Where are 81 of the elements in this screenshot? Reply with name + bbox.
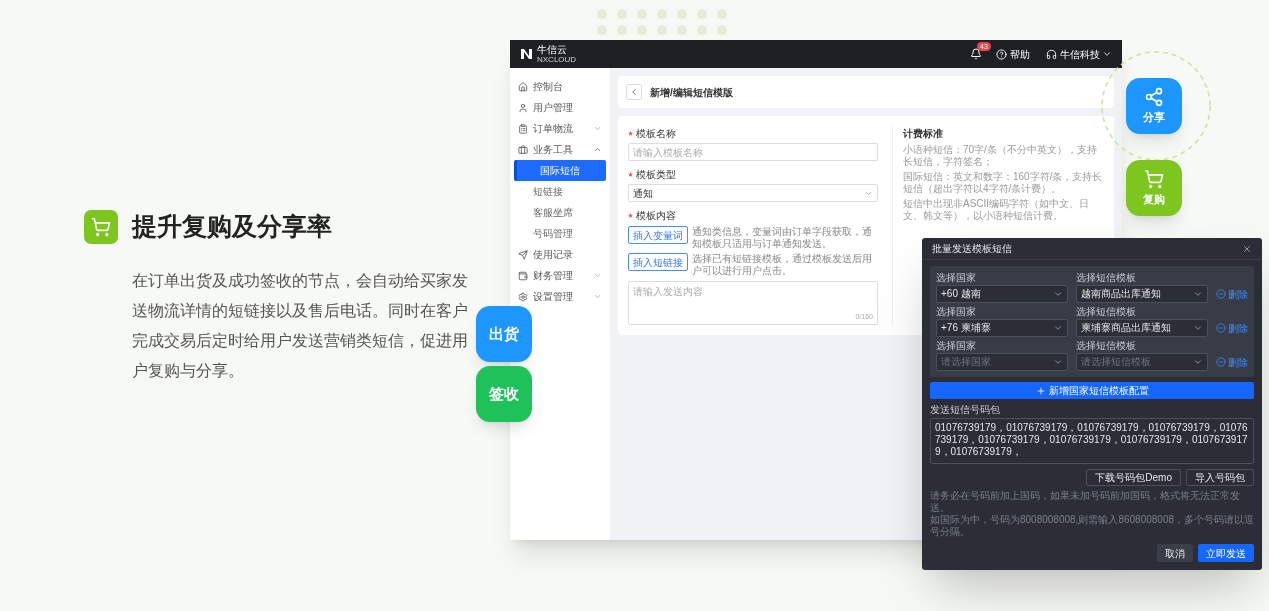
bell-icon[interactable]: [970, 48, 982, 60]
insert-button[interactable]: 插入变量词: [628, 226, 688, 244]
select-field[interactable]: 越南商品出库通知: [1076, 285, 1208, 303]
chevron-icon: [1053, 357, 1063, 367]
back-icon: [629, 87, 639, 97]
feature-description: 在订单出货及成功签收的节点，会自动给买家发送物流详情的短链接以及售后电话。同时在客户完成交易后定时给用户发送营销类短信，促进用户复购与分享。: [132, 270, 469, 381]
numbers-field[interactable]: 01076739179，01076739179，01076739179，01076739179，01076739179，01076739179，01076739179，01076739179，01076739179，01076739179，: [930, 418, 1254, 464]
field-label: 选择国家: [936, 272, 977, 284]
billing-text: 国际短信：英文和数字：160字符/条，支持长短信（超出字符以4字符/条计费）。: [903, 171, 1104, 195]
wallet-icon: [518, 270, 528, 281]
cart-icon: [1144, 168, 1164, 189]
add-config-button[interactable]: 新增国家短信模板配置: [930, 382, 1254, 399]
sidebar-item[interactable]: 设置管理: [510, 286, 610, 307]
chevron-icon: [1193, 357, 1203, 367]
feature-badge: 签收: [476, 366, 532, 422]
send-button[interactable]: 立即发送: [1198, 544, 1254, 562]
logo-icon: [520, 48, 533, 60]
feature-badge: 出货: [476, 306, 532, 362]
feature-title: 提升复购及分享率: [132, 211, 332, 242]
logo-subtitle: NXCLOUD: [537, 55, 577, 64]
insert-hint: 选择已有短链接模板，通过模板发送后用户可以进行用户点击。: [692, 253, 873, 277]
type-select[interactable]: 通知: [628, 184, 878, 202]
chevron-icon: [1053, 323, 1063, 333]
briefcase-icon: [518, 144, 528, 155]
cart-icon: [84, 209, 118, 244]
sidebar-item[interactable]: 订单物流: [510, 118, 610, 139]
minus-circle-icon: [1216, 289, 1226, 299]
dialog-title: 批量发送模板短信: [932, 242, 1012, 256]
sidebar-subitem[interactable]: 号码管理: [510, 223, 610, 244]
select-field[interactable]: 柬埔寨商品出库通知: [1076, 319, 1208, 337]
sidebar-subitem[interactable]: 客服坐席: [510, 202, 610, 223]
chevron-icon: [1053, 289, 1063, 299]
minus-circle-icon: [1216, 357, 1226, 367]
field-label: 选择国家: [936, 340, 977, 352]
page-title: 新增/编辑短信模版: [650, 85, 733, 100]
feature-badge: 分享: [1126, 78, 1182, 134]
field-label: 选择短信模板: [1076, 306, 1137, 318]
plus-icon: [1035, 385, 1046, 396]
help-icon: [996, 48, 1007, 60]
billing-text: 短信中出现非ASCII编码字符（如中文、日文、韩文等），以小语种短信计费。: [903, 198, 1091, 222]
logo-name: 牛信云: [537, 44, 568, 55]
gear-icon: [518, 291, 528, 302]
insert-button[interactable]: 插入短链接: [628, 253, 688, 271]
sidebar-subitem[interactable]: 国际短信: [514, 160, 606, 181]
download-demo-button[interactable]: 下载号码包Demo: [1086, 469, 1181, 486]
chevron-icon: [1193, 323, 1203, 333]
sidebar-subitem[interactable]: 短链接: [510, 181, 610, 202]
chevron-icon: [1193, 289, 1203, 299]
user-icon: [518, 102, 528, 113]
field-label: 模板内容: [636, 209, 676, 223]
help-link[interactable]: 帮助: [1010, 46, 1030, 62]
account-menu[interactable]: 牛信科技: [1060, 46, 1100, 62]
sidebar-item[interactable]: 业务工具: [510, 139, 610, 160]
name-field[interactable]: 请输入模板名称: [628, 143, 878, 161]
field-label: 选择短信模板: [1076, 272, 1137, 284]
caret-icon: [1102, 49, 1112, 59]
cancel-button[interactable]: 取消: [1157, 544, 1193, 562]
minus-circle-icon: [1216, 323, 1226, 333]
sidebar-item[interactable]: 用户管理: [510, 97, 610, 118]
clipboard-icon: [518, 123, 528, 134]
headset-icon: [1046, 48, 1057, 60]
close-icon[interactable]: [1242, 243, 1252, 254]
insert-hint: 通知类信息，变量词由订单字段获取，通知模板只适用与订单通知发送。: [692, 226, 873, 250]
field-label: 选择短信模板: [1076, 340, 1137, 352]
numbers-label: 发送短信号码包: [930, 404, 1001, 416]
field-label: 模板名称: [636, 127, 676, 141]
sidebar-item[interactable]: 控制台: [510, 76, 610, 97]
sidebar-item[interactable]: 使用记录: [510, 244, 610, 265]
field-label: 模板类型: [636, 168, 676, 182]
billing-title: 计费标准: [903, 127, 944, 141]
send-icon: [518, 249, 528, 260]
note-text: 如国际为中，号码为8008008008,则需输入8608008008，多个号码请以逗号分隔。: [930, 514, 1254, 538]
billing-text: 小语种短信：70字/条（不分中英文），支持长短信，字符签名；: [903, 144, 1098, 168]
import-button[interactable]: 导入号码包: [1186, 469, 1254, 486]
select-field[interactable]: +60 越南: [936, 285, 1068, 303]
field-label: 选择国家: [936, 306, 977, 318]
feature-badge: 复购: [1126, 160, 1182, 216]
sidebar-item[interactable]: 财务管理: [510, 265, 610, 286]
select-field[interactable]: +76 柬埔寨: [936, 319, 1068, 337]
share-icon: [1144, 86, 1164, 107]
home-icon: [518, 81, 528, 92]
